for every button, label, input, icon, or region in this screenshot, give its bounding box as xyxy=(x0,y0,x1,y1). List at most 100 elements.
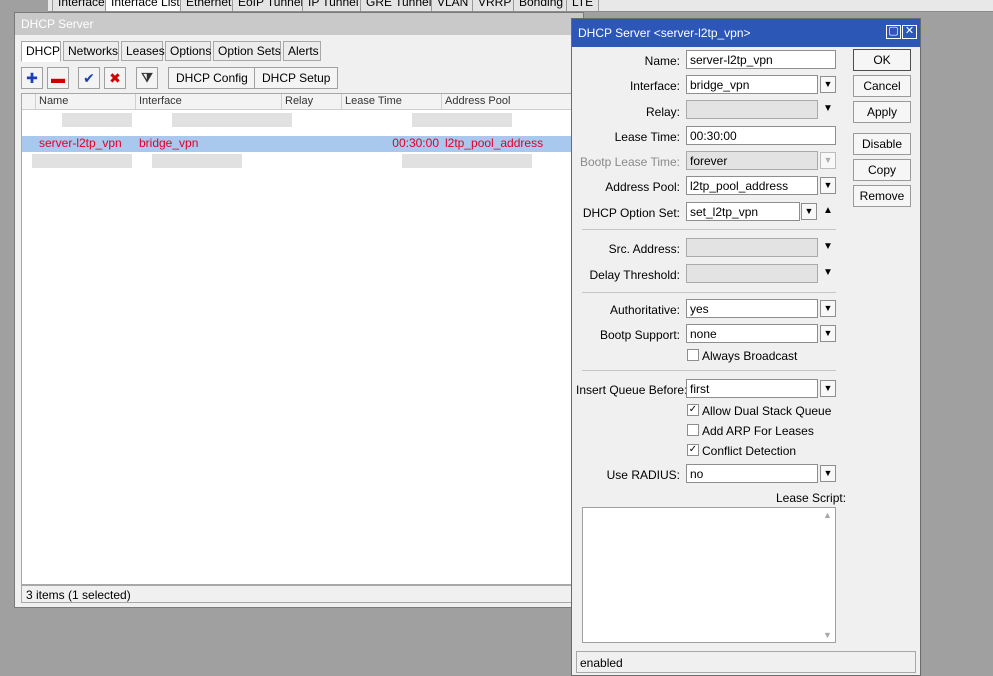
bootp-lease-time-field[interactable]: forever xyxy=(686,151,818,170)
close-icon: ✕ xyxy=(904,25,915,37)
scroll-up-icon[interactable]: ▲ xyxy=(823,510,832,520)
top-tab-ip-tunnel[interactable]: IP Tunnel xyxy=(302,0,365,11)
allow-dual-stack-queue-checkbox[interactable]: ✓ xyxy=(687,404,699,416)
main-window-title[interactable]: DHCP Server xyxy=(15,13,583,35)
delay-threshold-field[interactable] xyxy=(686,264,818,283)
column-header-lease-time[interactable]: Lease Time xyxy=(342,94,442,110)
dhcp-server-table: Name Interface Relay Lease Time Address … xyxy=(21,93,581,585)
tab-options[interactable]: Options xyxy=(165,41,211,61)
bootp-lease-time-dropdown-button[interactable]: ▼ xyxy=(820,152,836,169)
redacted-block xyxy=(32,154,132,168)
lease-script-label: Lease Script: xyxy=(776,491,847,505)
top-tab-ethernet[interactable]: Ethernet xyxy=(180,0,238,11)
interface-dropdown-button[interactable]: ▼ xyxy=(820,76,836,93)
close-button[interactable]: ✕ xyxy=(902,25,917,39)
tab-option-sets[interactable]: Option Sets xyxy=(213,41,281,61)
address-pool-select[interactable]: l2tp_pool_address xyxy=(686,176,818,195)
tab-dhcp[interactable]: DHCP xyxy=(21,41,61,62)
insert-queue-before-label: Insert Queue Before: xyxy=(576,383,688,397)
src-address-field[interactable] xyxy=(686,238,818,257)
filter-icon: ⧩ xyxy=(141,70,153,85)
enable-button[interactable]: ✔ xyxy=(78,67,100,89)
script-scrollbar[interactable]: ▲ ▼ xyxy=(821,508,835,642)
dhcp-config-button[interactable]: DHCP Config xyxy=(168,67,256,89)
delay-threshold-dropdown-icon[interactable]: ▼ xyxy=(821,266,835,280)
table-row[interactable]: server-l2tp_vpn bridge_vpn 00:30:00 l2tp… xyxy=(22,136,580,152)
remove-button[interactable]: ▬ xyxy=(47,67,69,89)
interface-label: Interface: xyxy=(629,79,680,93)
top-tab-eoip-tunnel[interactable]: EoIP Tunnel xyxy=(232,0,310,11)
dhcp-option-set-dropdown-button[interactable]: ▼ xyxy=(801,203,817,220)
src-address-dropdown-icon[interactable]: ▼ xyxy=(821,240,835,254)
copy-button[interactable]: Copy xyxy=(853,159,911,181)
tab-alerts[interactable]: Alerts xyxy=(283,41,321,61)
tab-networks[interactable]: Networks xyxy=(63,41,119,61)
dhcp-option-set-collapse-icon[interactable]: ▲ xyxy=(821,204,835,218)
divider xyxy=(582,229,836,230)
dhcp-server-window: DHCP Server DHCP Networks Leases Options… xyxy=(14,12,584,608)
src-address-label: Src. Address: xyxy=(608,242,680,256)
cell-lease-time: 00:30:00 xyxy=(392,136,439,150)
top-tab-lte[interactable]: LTE xyxy=(566,0,600,11)
lease-script-textarea[interactable]: ▲ ▼ xyxy=(582,507,836,643)
cancel-button[interactable]: Cancel xyxy=(853,75,911,97)
column-header-name[interactable]: Name xyxy=(36,94,136,110)
top-tab-gre-tunnel[interactable]: GRE Tunnel xyxy=(360,0,438,11)
disable-button[interactable]: ✖ xyxy=(104,67,126,89)
address-pool-dropdown-button[interactable]: ▼ xyxy=(820,177,836,194)
dhcp-option-set-select[interactable]: set_l2tp_vpn xyxy=(686,202,800,221)
bootp-lease-time-label: Bootp Lease Time: xyxy=(579,155,680,169)
remove-button[interactable]: Remove xyxy=(853,185,911,207)
ok-button[interactable]: OK xyxy=(853,49,911,71)
authoritative-select[interactable]: yes xyxy=(686,299,818,318)
redacted-block xyxy=(172,113,292,127)
relay-label: Relay: xyxy=(645,105,680,119)
top-tab-vlan[interactable]: VLAN xyxy=(431,0,475,11)
checkmark-icon: ✓ xyxy=(688,404,698,415)
bootp-support-select[interactable]: none xyxy=(686,324,818,343)
table-header: Name Interface Relay Lease Time Address … xyxy=(22,94,580,110)
filter-button[interactable]: ⧩ xyxy=(136,67,158,89)
redacted-block xyxy=(402,154,532,168)
add-arp-for-leases-label: Add ARP For Leases xyxy=(702,424,814,438)
top-tab-bonding[interactable]: Bonding xyxy=(513,0,570,11)
always-broadcast-checkbox[interactable] xyxy=(687,349,699,361)
tab-leases[interactable]: Leases xyxy=(121,41,165,61)
cell-address-pool: l2tp_pool_address xyxy=(445,136,544,150)
apply-button[interactable]: Apply xyxy=(853,101,911,123)
cell-name: server-l2tp_vpn xyxy=(39,136,122,150)
dropdown-arrow-icon: ▼ xyxy=(823,79,833,89)
authoritative-dropdown-button[interactable]: ▼ xyxy=(820,300,836,317)
top-tab-strip: Interface Interface List Ethernet EoIP T… xyxy=(48,0,993,12)
disable-button[interactable]: Disable xyxy=(853,133,911,155)
use-radius-dropdown-button[interactable]: ▼ xyxy=(820,465,836,482)
top-tab-interface[interactable]: Interface xyxy=(52,0,111,11)
lease-time-field[interactable]: 00:30:00 xyxy=(686,126,836,145)
main-status-bar: 3 items (1 selected) xyxy=(21,585,581,603)
column-header-address-pool[interactable]: Address Pool xyxy=(442,94,580,110)
dhcp-setup-button[interactable]: DHCP Setup xyxy=(254,67,339,89)
bootp-support-dropdown-button[interactable]: ▼ xyxy=(820,325,836,342)
insert-queue-before-dropdown-button[interactable]: ▼ xyxy=(820,380,836,397)
divider xyxy=(582,292,836,293)
use-radius-select[interactable]: no xyxy=(686,464,818,483)
delay-threshold-label: Delay Threshold: xyxy=(589,268,681,282)
column-header-relay[interactable]: Relay xyxy=(282,94,342,110)
restore-icon: ▢ xyxy=(888,25,899,37)
add-button[interactable]: ✚ xyxy=(21,67,43,89)
column-header-interface[interactable]: Interface xyxy=(136,94,282,110)
scroll-down-icon[interactable]: ▼ xyxy=(823,630,832,640)
top-tab-vrrp[interactable]: VRRP xyxy=(472,0,518,11)
insert-queue-before-select[interactable]: first xyxy=(686,379,818,398)
top-tab-interface-list[interactable]: Interface List xyxy=(105,0,186,11)
relay-field[interactable] xyxy=(686,100,818,119)
dialog-title[interactable]: DHCP Server <server-l2tp_vpn> xyxy=(572,19,920,47)
add-arp-for-leases-checkbox[interactable] xyxy=(687,424,699,436)
restore-button[interactable]: ▢ xyxy=(886,25,901,39)
interface-select[interactable]: bridge_vpn xyxy=(686,75,818,94)
relay-dropdown-icon[interactable]: ▼ xyxy=(821,102,835,116)
conflict-detection-checkbox[interactable]: ✓ xyxy=(687,444,699,456)
name-field[interactable]: server-l2tp_vpn xyxy=(686,50,836,69)
always-broadcast-label: Always Broadcast xyxy=(702,349,798,363)
redacted-block xyxy=(412,113,512,127)
